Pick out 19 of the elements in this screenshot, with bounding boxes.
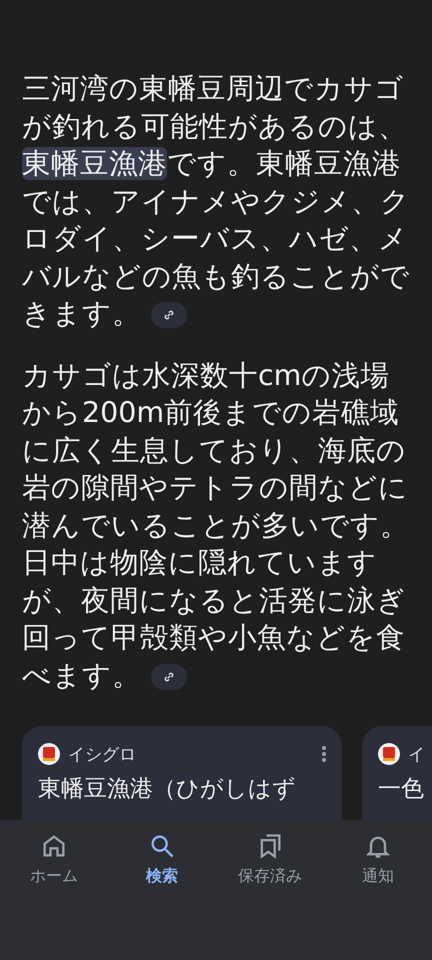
- site-logo-icon: [378, 743, 400, 765]
- source-card[interactable]: イシグロ 東幡豆漁港（ひがしはず: [22, 726, 342, 820]
- site-logo-icon: [38, 743, 60, 765]
- source-name: イシグロ: [68, 744, 137, 766]
- nav-tab[interactable]: 検索: [108, 832, 216, 894]
- link-icon: [162, 308, 176, 322]
- source-name: イ: [408, 744, 426, 766]
- nav-tab[interactable]: 保存済み: [216, 832, 324, 894]
- link-icon: [162, 670, 176, 684]
- link-button[interactable]: [151, 664, 187, 690]
- link-button[interactable]: [151, 302, 187, 328]
- nav-tab[interactable]: ホーム: [0, 832, 108, 894]
- answer-paragraph: 三河湾の東幡豆周辺でカサゴが釣れる可能性があるのは、 東幡豆漁港です。東幡豆漁港では、アイナメやクジメ、クロダイ、シーバス、ハゼ、メバルなどの魚も釣ることができます。: [21, 71, 411, 332]
- nav-tab[interactable]: 通知: [324, 832, 432, 894]
- source-title: 一色: [378, 775, 425, 804]
- more-icon[interactable]: [322, 745, 326, 763]
- source-title: 東幡豆漁港（ひがしはず: [38, 775, 297, 804]
- answer-paragraph: カサゴは水深数十cmの浅場から200m前後までの岩礁域に広く生息しており、海底の岩の隙間やテトラの間などに潜んでいることが多いです。日中は物陰に隠れていますが、夜間になると活発に泳ぎ回って甲殻類や小魚などを食べます。: [21, 358, 410, 694]
- source-card[interactable]: イ 一色: [362, 726, 432, 820]
